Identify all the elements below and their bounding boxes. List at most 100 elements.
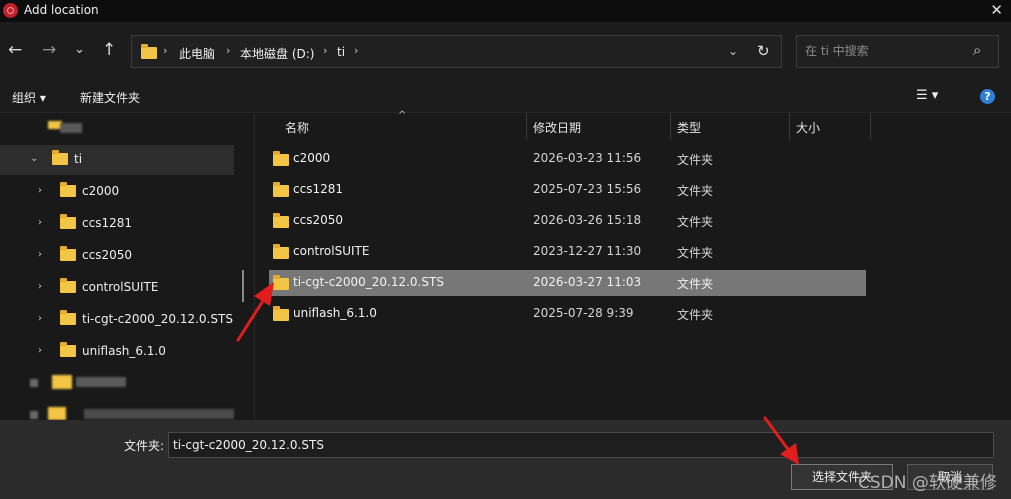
- folder-icon: [60, 214, 76, 229]
- forward-button[interactable]: →: [42, 40, 56, 60]
- file-type: 文件夹: [677, 153, 714, 167]
- tree-item-label: controlSUITE: [82, 280, 159, 294]
- command-bar: [0, 80, 1011, 113]
- watermark: CSDN @软硬兼修: [858, 473, 997, 493]
- chevron-right-icon[interactable]: ›: [38, 249, 42, 260]
- file-type: 文件夹: [677, 246, 714, 260]
- file-row[interactable]: ccs1281 2025-07-23 15:56 文件夹: [269, 177, 866, 203]
- app-logo-icon: [3, 3, 18, 18]
- chevron-right-icon[interactable]: ›: [38, 313, 42, 324]
- sort-ascending-icon: ^: [398, 110, 407, 121]
- blurred-item: [48, 407, 66, 420]
- column-header-date[interactable]: 修改日期: [533, 119, 581, 136]
- tree-item-label: ti: [74, 152, 83, 166]
- tree-item-label: ccs1281: [82, 216, 132, 230]
- folder-name-label: 文件夹:: [124, 439, 165, 453]
- folder-icon: [273, 275, 289, 290]
- file-row-selected[interactable]: ti-cgt-c2000_20.12.0.STS 2026-03-27 11:0…: [269, 270, 866, 296]
- breadcrumb-drive-d[interactable]: 本地磁盘 (D:): [240, 45, 314, 62]
- file-row[interactable]: uniflash_6.1.0 2025-07-28 9:39 文件夹: [269, 301, 866, 327]
- file-name: uniflash_6.1.0: [293, 306, 377, 320]
- breadcrumb-ti[interactable]: ti: [337, 45, 345, 59]
- search-input[interactable]: [805, 44, 965, 58]
- folder-icon: [273, 151, 289, 166]
- tree-item-c2000[interactable]: › c2000: [0, 177, 234, 207]
- folder-icon: [273, 182, 289, 197]
- file-list: ^ 名称 修改日期 类型 大小 c2000 2026-03-23 11:56 文…: [255, 110, 1011, 420]
- up-button[interactable]: ↑: [102, 40, 116, 60]
- file-name: ccs2050: [293, 213, 343, 227]
- chevron-down-icon[interactable]: ⌄: [30, 153, 38, 164]
- folder-icon: [60, 310, 76, 325]
- file-type: 文件夹: [677, 184, 714, 198]
- navigation-pane: ⌄ ti › c2000 › ccs1281 › ccs2050 › contr…: [0, 113, 254, 420]
- file-name: ti-cgt-c2000_20.12.0.STS: [293, 275, 444, 289]
- column-divider[interactable]: [789, 113, 790, 140]
- breadcrumb-this-pc[interactable]: 此电脑: [179, 45, 215, 62]
- blurred-item: [30, 411, 38, 419]
- window-title: Add location: [24, 3, 99, 17]
- tree-item-ccs2050[interactable]: › ccs2050: [0, 241, 234, 271]
- chevron-right-icon[interactable]: ›: [38, 345, 42, 356]
- tree-item-uniflash[interactable]: › uniflash_6.1.0: [0, 337, 234, 367]
- organize-menu-button[interactable]: 组织 ▾: [12, 89, 46, 106]
- search-icon[interactable]: ⌕: [973, 41, 981, 59]
- recent-locations-button[interactable]: ⌄: [74, 42, 85, 57]
- file-row[interactable]: controlSUITE 2023-12-27 11:30 文件夹: [269, 239, 866, 265]
- file-date: 2026-03-23 11:56: [533, 151, 642, 165]
- back-button[interactable]: ←: [8, 40, 22, 60]
- blurred-item: [84, 409, 234, 419]
- tree-item-label: c2000: [82, 184, 120, 198]
- chevron-right-icon[interactable]: ›: [38, 281, 42, 292]
- breadcrumb-separator: ›: [226, 44, 231, 57]
- folder-name-input[interactable]: [168, 432, 994, 458]
- file-name: ccs1281: [293, 182, 343, 196]
- tree-item-label: ti-cgt-c2000_20.12.0.STS: [82, 312, 233, 326]
- folder-icon: [60, 342, 76, 357]
- new-folder-button[interactable]: 新建文件夹: [80, 89, 140, 106]
- column-header-size[interactable]: 大小: [796, 119, 820, 136]
- file-type: 文件夹: [677, 277, 714, 291]
- navigation-scrollbar[interactable]: [242, 270, 244, 302]
- tree-item-label: uniflash_6.1.0: [82, 344, 166, 358]
- column-divider[interactable]: [870, 113, 871, 140]
- column-divider[interactable]: [670, 113, 671, 140]
- column-header-name[interactable]: 名称: [285, 119, 309, 136]
- file-row[interactable]: c2000 2026-03-23 11:56 文件夹: [269, 146, 866, 172]
- column-divider[interactable]: [526, 113, 527, 140]
- file-type: 文件夹: [677, 215, 714, 229]
- file-date: 2023-12-27 11:30: [533, 244, 642, 258]
- address-bar[interactable]: › 此电脑 › 本地磁盘 (D:) › ti › ⌄ ↻: [131, 35, 782, 68]
- breadcrumb-separator: ›: [354, 44, 359, 57]
- file-type: 文件夹: [677, 308, 714, 322]
- tree-item-ti-cgt-c2000[interactable]: › ti-cgt-c2000_20.12.0.STS: [0, 305, 234, 335]
- file-date: 2026-03-27 11:03: [533, 275, 642, 289]
- close-button[interactable]: ✕: [990, 1, 1003, 19]
- column-header-type[interactable]: 类型: [677, 119, 701, 136]
- blurred-item: [30, 379, 38, 387]
- view-options-button[interactable]: ☰ ▾: [916, 88, 938, 103]
- help-icon[interactable]: ?: [980, 89, 995, 104]
- tree-item-label: ccs2050: [82, 248, 132, 262]
- folder-icon: [273, 244, 289, 259]
- address-dropdown-icon[interactable]: ⌄: [728, 44, 738, 58]
- file-date: 2025-07-28 9:39: [533, 306, 634, 320]
- folder-icon: [60, 246, 76, 261]
- chevron-right-icon[interactable]: ›: [38, 185, 42, 196]
- folder-icon: [52, 150, 68, 165]
- breadcrumb-separator: ›: [323, 44, 328, 57]
- tree-item-ti[interactable]: ⌄ ti: [0, 145, 234, 175]
- file-date: 2025-07-23 15:56: [533, 182, 642, 196]
- chevron-right-icon[interactable]: ›: [38, 217, 42, 228]
- refresh-icon[interactable]: ↻: [757, 42, 770, 60]
- folder-icon: [60, 278, 76, 293]
- tree-item-ccs1281[interactable]: › ccs1281: [0, 209, 234, 239]
- blurred-item: [60, 123, 82, 133]
- folder-icon: [273, 213, 289, 228]
- search-box[interactable]: ⌕: [796, 35, 999, 68]
- tree-item-controlsuite[interactable]: › controlSUITE: [0, 273, 234, 303]
- blurred-item: [76, 377, 126, 387]
- blurred-item: [52, 375, 72, 389]
- file-date: 2026-03-26 15:18: [533, 213, 642, 227]
- file-row[interactable]: ccs2050 2026-03-26 15:18 文件夹: [269, 208, 866, 234]
